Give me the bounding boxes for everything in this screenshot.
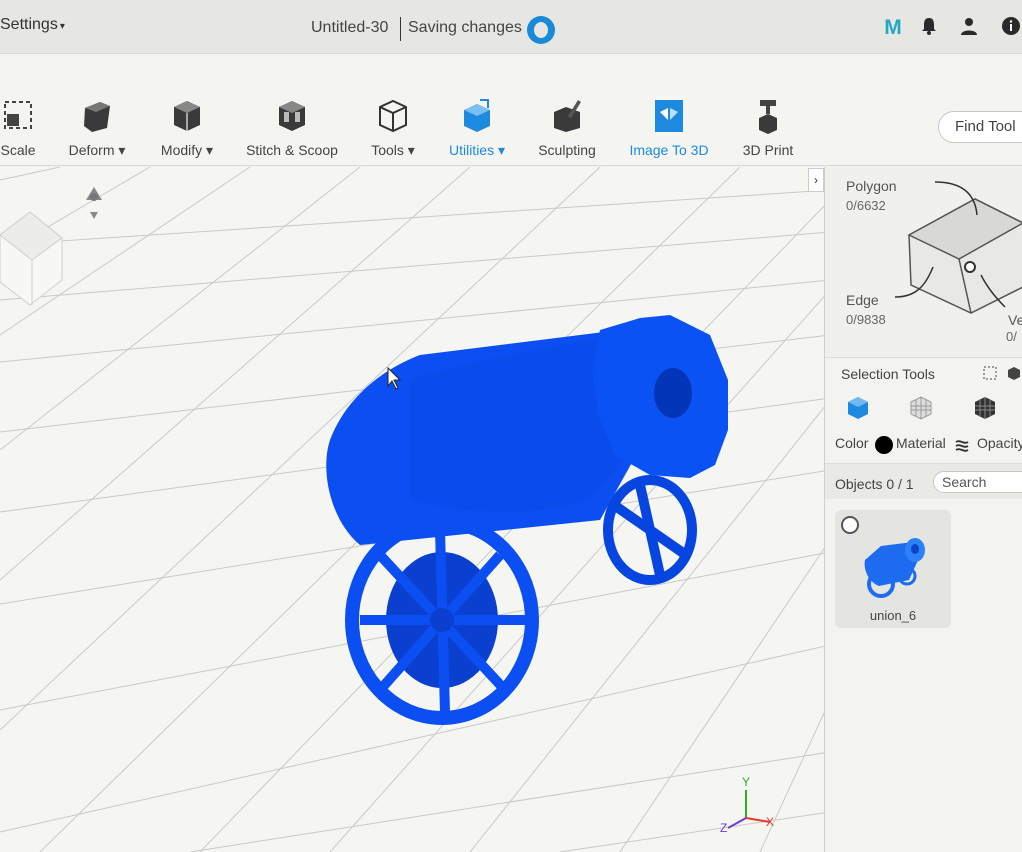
image-to-3d-icon bbox=[655, 100, 683, 132]
tool-deform[interactable]: Deform ▾ bbox=[64, 98, 130, 162]
cannon-back-wheel bbox=[603, 475, 697, 585]
selection-mode-row bbox=[825, 389, 1022, 427]
solid-mode-icon[interactable] bbox=[845, 395, 871, 421]
object-card[interactable]: union_6 bbox=[835, 510, 951, 628]
wireframe-mode-icon[interactable] bbox=[908, 395, 934, 421]
tool-scale-label: Scale bbox=[0, 142, 36, 158]
tool-stitch-scoop-label: Stitch & Scoop bbox=[246, 142, 338, 158]
find-tool-button[interactable]: Find Tool bbox=[938, 111, 1022, 143]
save-status: Saving changes bbox=[408, 19, 522, 36]
object-thumbnail bbox=[864, 538, 925, 598]
3d-print-icon bbox=[759, 100, 777, 134]
chevron-down-icon: ▾ bbox=[494, 142, 506, 158]
opacity-icon bbox=[955, 440, 969, 452]
deform-icon bbox=[84, 102, 110, 132]
m-logo-icon[interactable]: M bbox=[882, 16, 904, 40]
tool-image-to-3d-label: Image To 3D bbox=[629, 142, 709, 158]
main-toolbar: Scale Deform ▾ Modify ▾ Stitch & Scoop T… bbox=[0, 92, 1022, 166]
tool-tools[interactable]: Tools ▾ bbox=[366, 98, 420, 162]
tool-modify[interactable]: Modify ▾ bbox=[156, 98, 218, 162]
properties-row: Color Material Opacity bbox=[825, 429, 1022, 459]
tool-utilities-label: Utilities bbox=[448, 142, 495, 158]
material-label[interactable]: Material bbox=[896, 435, 946, 451]
tool-image-to-3d[interactable]: Image To 3D bbox=[624, 98, 714, 162]
chevron-down-icon: ▾ bbox=[202, 142, 214, 158]
view-cube-icon bbox=[0, 211, 63, 306]
objects-header: Objects 0 / 1 Search bbox=[825, 463, 1022, 499]
tool-tools-label: Tools bbox=[371, 142, 404, 158]
geometry-selector: Polygon 0/6632 Edge 0/9838 Ve 0/ bbox=[825, 167, 1022, 357]
object-name: union_6 bbox=[869, 608, 917, 623]
tool-deform-label: Deform bbox=[68, 142, 115, 158]
title-divider bbox=[400, 17, 401, 41]
tool-3d-print[interactable]: 3D Print bbox=[738, 98, 798, 162]
user-icon[interactable] bbox=[958, 16, 980, 40]
utilities-icon bbox=[464, 99, 490, 132]
right-panel: Polygon 0/6632 Edge 0/9838 Ve 0/ Selecti… bbox=[824, 167, 1022, 852]
color-swatch[interactable] bbox=[875, 436, 893, 454]
select-rect-icon[interactable] bbox=[983, 366, 997, 380]
chevron-down-icon: ▾ bbox=[403, 142, 415, 158]
scale-icon bbox=[4, 101, 32, 129]
svg-text:Y: Y bbox=[742, 775, 750, 789]
chevron-down-icon: ▾ bbox=[114, 142, 126, 158]
collapse-panel-button[interactable]: › bbox=[808, 168, 824, 192]
geometry-box-icon[interactable] bbox=[825, 167, 1022, 357]
modify-icon bbox=[174, 101, 200, 131]
selection-tools-row: Selection Tools bbox=[825, 357, 1022, 389]
sub-header-bar bbox=[0, 54, 1022, 92]
settings-menu[interactable]: Settings ▾ bbox=[0, 16, 65, 34]
saving-spinner-icon bbox=[527, 16, 555, 44]
bell-icon[interactable] bbox=[918, 16, 940, 40]
cannon-model bbox=[326, 315, 728, 725]
selection-tools-label: Selection Tools bbox=[841, 366, 935, 382]
3d-viewport[interactable]: Y X Z bbox=[0, 167, 824, 852]
tool-scale[interactable]: Scale bbox=[0, 98, 38, 162]
settings-label: Settings bbox=[0, 16, 58, 33]
top-header: Settings ▾ Untitled-30 Saving changes M bbox=[0, 0, 1022, 54]
tool-stitch-scoop[interactable]: Stitch & Scoop bbox=[244, 98, 340, 162]
svg-text:X: X bbox=[766, 815, 774, 829]
grid-canvas: Y X Z bbox=[0, 167, 824, 852]
info-icon[interactable] bbox=[1000, 16, 1022, 40]
svg-text:Z: Z bbox=[720, 821, 727, 835]
tool-3d-print-label: 3D Print bbox=[742, 142, 794, 158]
object-search-input[interactable]: Search bbox=[933, 471, 1022, 493]
document-title[interactable]: Untitled-30 bbox=[311, 19, 388, 37]
tool-utilities[interactable]: Utilities ▾ bbox=[444, 98, 510, 162]
axis-gizmo-icon: Y X Z bbox=[720, 775, 774, 835]
opacity-label[interactable]: Opacity bbox=[977, 435, 1022, 451]
sculpting-icon bbox=[554, 100, 581, 132]
select-cube-icon[interactable] bbox=[1007, 366, 1021, 380]
tool-modify-label: Modify bbox=[160, 142, 203, 158]
solid-wire-mode-icon[interactable] bbox=[972, 395, 998, 421]
stitch-scoop-icon bbox=[279, 101, 305, 131]
color-label[interactable]: Color bbox=[835, 435, 868, 451]
tools-icon bbox=[379, 99, 407, 133]
chevron-down-icon: ▾ bbox=[59, 21, 65, 32]
tool-sculpting[interactable]: Sculpting bbox=[534, 98, 600, 162]
tool-sculpting-label: Sculpting bbox=[538, 142, 596, 158]
objects-count: Objects 0 / 1 bbox=[835, 476, 914, 492]
